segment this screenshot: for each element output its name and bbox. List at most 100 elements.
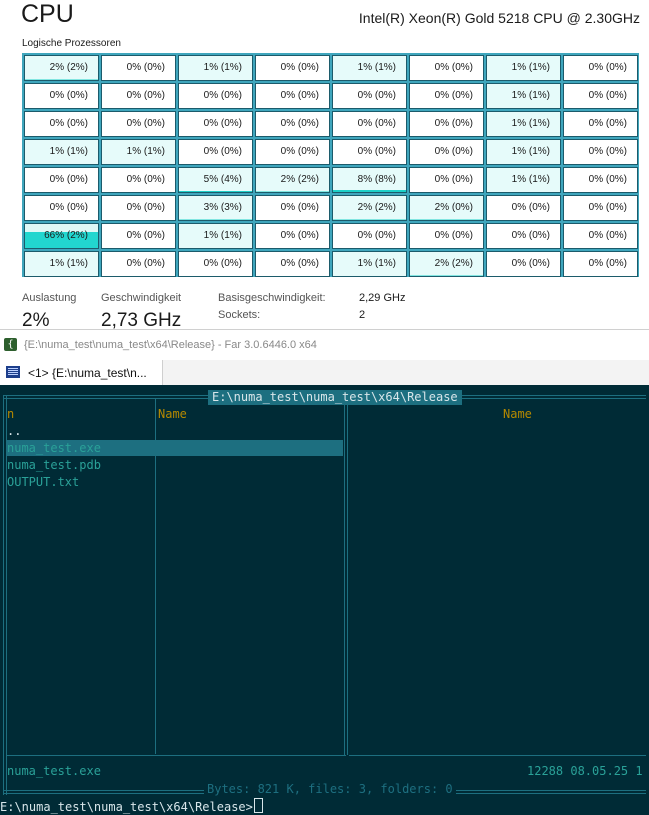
processor-cell: 2% (2%) [332, 195, 407, 221]
processor-cell: 0% (0%) [24, 195, 99, 221]
processor-cell: 0% (0%) [101, 83, 176, 109]
processor-cell: 5% (4%) [178, 167, 253, 193]
processor-cell: 0% (0%) [332, 223, 407, 249]
far-app-icon: { [4, 338, 17, 351]
processor-cell: 0% (0%) [255, 251, 330, 277]
processor-cell: 0% (0%) [486, 195, 561, 221]
command-line[interactable]: E:\numa_test\numa_test\x64\Release> [0, 798, 263, 814]
processor-cell: 0% (0%) [332, 111, 407, 137]
processor-cell: 0% (0%) [409, 139, 484, 165]
processor-cell: 0% (0%) [101, 195, 176, 221]
processor-cell: 1% (1%) [332, 251, 407, 277]
processor-cell: 0% (0%) [178, 139, 253, 165]
processor-cell: 0% (0%) [24, 167, 99, 193]
processor-cell: 0% (0%) [486, 251, 561, 277]
processor-cell: 0% (0%) [178, 111, 253, 137]
file-item-output-txt[interactable]: OUTPUT.txt [7, 475, 79, 489]
processor-cell: 0% (0%) [563, 139, 638, 165]
processor-cell: 2% (0%) [409, 195, 484, 221]
far-window-titlebar[interactable]: { {E:\numa_test\numa_test\x64\Release} -… [0, 329, 649, 361]
processor-cell: 1% (1%) [101, 139, 176, 165]
processor-cell: 0% (0%) [101, 167, 176, 193]
utilization-value: 2% [22, 310, 50, 329]
processor-cell: 0% (0%) [101, 223, 176, 249]
processor-cell: 0% (0%) [486, 223, 561, 249]
processor-cell: 0% (0%) [101, 55, 176, 81]
processor-cell: 2% (2%) [24, 55, 99, 81]
cpu-model-name: Intel(R) Xeon(R) Gold 5218 CPU @ 2.30GHz [358, 10, 640, 26]
command-prompt: E:\numa_test\numa_test\x64\Release> [0, 800, 253, 814]
column-header-name[interactable]: Name [158, 407, 187, 421]
processor-cell: 0% (0%) [101, 111, 176, 137]
file-item-numa-test-exe[interactable]: numa_test.exe [7, 441, 101, 455]
processor-cell: 3% (3%) [178, 195, 253, 221]
right-column-header-name[interactable]: Name [503, 407, 532, 421]
file-item-numa-test-pdb[interactable]: numa_test.pdb [7, 458, 101, 472]
column-header-n[interactable]: n [7, 407, 14, 421]
processor-cell: 0% (0%) [332, 139, 407, 165]
processor-cell: 1% (1%) [486, 55, 561, 81]
processor-cell: 0% (0%) [563, 195, 638, 221]
console-tab-icon [6, 366, 20, 378]
console-tab-label: <1> {E:\numa_test\n... [28, 366, 147, 380]
task-manager-cpu-panel: CPU Intel(R) Xeon(R) Gold 5218 CPU @ 2.3… [0, 0, 649, 329]
processor-cell: 0% (0%) [255, 83, 330, 109]
cpu-stats: Auslastung 2% Geschwindigkeit 2,73 GHz B… [0, 287, 649, 329]
panel-divider [344, 395, 348, 755]
console-tab-bar: <1> {E:\numa_test\n... [0, 360, 649, 385]
processor-cell: 1% (1%) [486, 83, 561, 109]
speed-label: Geschwindigkeit [101, 292, 182, 304]
processor-cell: 1% (1%) [24, 251, 99, 277]
info-separator-left [6, 755, 346, 756]
sockets-value: 2 [359, 309, 366, 321]
processor-cell: 1% (1%) [332, 55, 407, 81]
base-speed-label: Basisgeschwindigkeit: [218, 292, 326, 304]
processor-cell: 0% (0%) [178, 83, 253, 109]
processor-cell: 0% (0%) [409, 167, 484, 193]
base-speed-value: 2,29 GHz [359, 292, 406, 304]
processor-cell: 1% (1%) [178, 223, 253, 249]
processor-cell: 1% (1%) [486, 167, 561, 193]
selected-file-info-size-date: 12288 08.05.25 1 [527, 764, 643, 778]
processor-cell: 66% (2%) [24, 223, 99, 249]
processor-cell: 0% (0%) [409, 83, 484, 109]
info-separator-right [349, 755, 646, 756]
panel-summary: Bytes: 821 K, files: 3, folders: 0 [204, 782, 456, 796]
processor-cell: 0% (0%) [409, 55, 484, 81]
processor-cell: 0% (0%) [255, 111, 330, 137]
processor-cell: 0% (0%) [101, 251, 176, 277]
processor-cell: 8% (8%) [332, 167, 407, 193]
processor-cell: 0% (0%) [563, 251, 638, 277]
logical-processors-label: Logische Prozessoren [22, 38, 121, 49]
far-console[interactable]: E:\numa_test\numa_test\x64\Release n Nam… [0, 385, 649, 815]
processor-cell: 0% (0%) [563, 167, 638, 193]
processor-cell: 0% (0%) [255, 139, 330, 165]
processor-cell: 0% (0%) [563, 83, 638, 109]
processor-cell: 2% (2%) [409, 251, 484, 277]
processor-cell: 0% (0%) [332, 83, 407, 109]
parent-directory-item[interactable]: .. [7, 424, 21, 438]
speed-value: 2,73 GHz [101, 310, 182, 329]
text-cursor [253, 798, 263, 813]
processor-cell: 0% (0%) [563, 55, 638, 81]
page-title: CPU [21, 0, 74, 28]
logical-processor-grid: 2% (2%) 0% (0%) 1% (1%) 0% (0%) 1% (1%) 0% (0… [22, 53, 639, 277]
panel-path-title[interactable]: E:\numa_test\numa_test\x64\Release [208, 390, 462, 405]
processor-cell: 0% (0%) [255, 195, 330, 221]
console-tab[interactable]: <1> {E:\numa_test\n... [0, 360, 163, 385]
processor-cell: 1% (1%) [178, 55, 253, 81]
processor-cell: 0% (0%) [178, 251, 253, 277]
processor-cell: 0% (0%) [255, 55, 330, 81]
processor-cell: 0% (0%) [24, 83, 99, 109]
processor-cell: 0% (0%) [24, 111, 99, 137]
processor-cell: 0% (0%) [409, 223, 484, 249]
processor-cell: 1% (1%) [486, 111, 561, 137]
selected-file-info-name: numa_test.exe [7, 764, 101, 778]
processor-cell: 1% (1%) [24, 139, 99, 165]
utilization-label: Auslastung [22, 292, 77, 304]
window-title: {E:\numa_test\numa_test\x64\Release} - F… [24, 339, 317, 351]
processor-cell: 0% (0%) [563, 223, 638, 249]
processor-cell: 0% (0%) [563, 111, 638, 137]
sockets-label: Sockets: [218, 309, 261, 321]
processor-cell: 2% (2%) [255, 167, 330, 193]
